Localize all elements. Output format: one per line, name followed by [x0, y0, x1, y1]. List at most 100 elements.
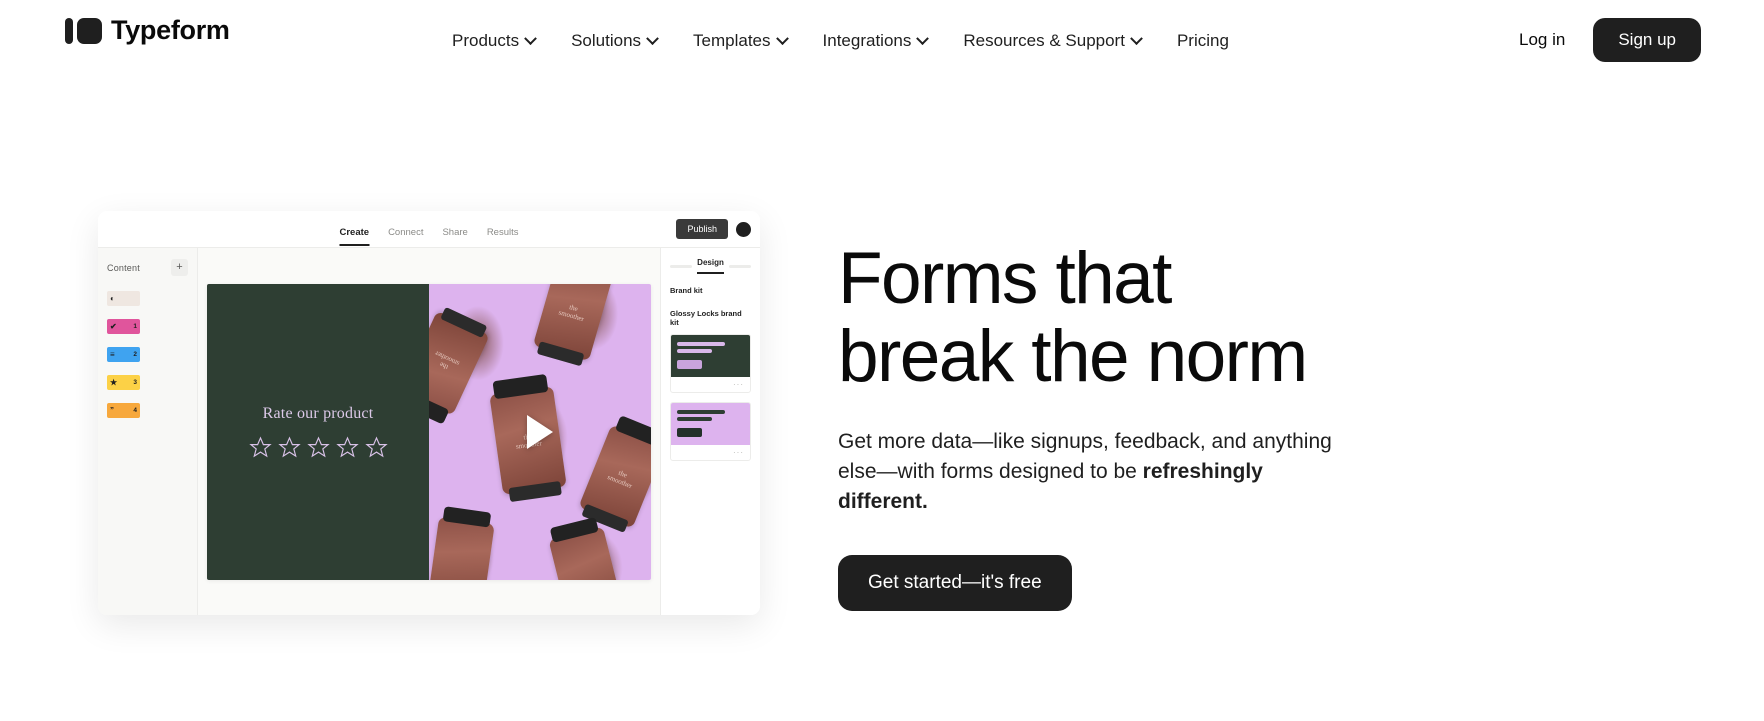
- nav-item-templates[interactable]: Templates: [675, 25, 804, 57]
- theme-button-swatch: [677, 360, 703, 369]
- panel-tab-design[interactable]: Design: [697, 258, 724, 274]
- form-question-panel: Rate our product: [207, 283, 429, 580]
- mockup-design-panel: Design Brand kit Glossy Locks brand kit …: [660, 248, 760, 615]
- brand-kit-name: Glossy Locks brand kit: [670, 309, 742, 327]
- logo-square-shape: [77, 17, 102, 44]
- question-number: 3: [133, 379, 137, 386]
- nav-account-actions: Log in Sign up: [1507, 18, 1701, 62]
- product-screenshot-mockup: Create Connect Share Results Publish Con…: [98, 211, 760, 615]
- list-item[interactable]: ✔ 1: [107, 319, 188, 334]
- question-thumbnail: ◐: [107, 291, 140, 306]
- chevron-down-icon: [524, 31, 537, 45]
- design-panel-tabs: Design: [670, 258, 752, 274]
- question-thumbnail: ” 4: [107, 403, 140, 418]
- theme-card[interactable]: ···: [670, 334, 751, 393]
- log-in-link[interactable]: Log in: [1507, 22, 1577, 58]
- star-icon[interactable]: [335, 435, 359, 459]
- theme-preview-lilac: [671, 403, 750, 445]
- mockup-tab-share[interactable]: Share: [442, 227, 467, 246]
- mockup-tab-results[interactable]: Results: [487, 227, 519, 246]
- star-icon: ★: [110, 377, 118, 387]
- sidebar-header: Content +: [107, 259, 188, 276]
- avatar[interactable]: [736, 221, 751, 237]
- mockup-toolbar-actions: Publish: [676, 219, 751, 239]
- hero-subtitle: Get more data—like signups, feedback, an…: [838, 427, 1338, 516]
- nav-item-label: Solutions: [571, 31, 642, 50]
- bottle-label: the smoother: [433, 349, 461, 371]
- chevron-down-icon: [916, 31, 930, 45]
- theme-card-menu[interactable]: ···: [671, 377, 750, 392]
- star-icon[interactable]: [306, 435, 330, 459]
- mockup-toolbar: Create Connect Share Results Publish: [98, 211, 760, 248]
- bottle-label: the smoother: [606, 468, 634, 490]
- nav-item-pricing[interactable]: Pricing: [1159, 25, 1247, 57]
- form-preview-card[interactable]: Rate our product the smoother the smoother…: [207, 283, 651, 580]
- list-item[interactable]: ≡ 2: [107, 347, 188, 362]
- theme-bar: [677, 417, 712, 421]
- get-started-button[interactable]: Get started—it's free: [838, 554, 1072, 611]
- question-label-placeholder: [147, 347, 188, 349]
- star-icon[interactable]: [277, 435, 301, 459]
- theme-card-menu[interactable]: ···: [671, 445, 750, 460]
- question-number: 4: [133, 407, 137, 414]
- play-icon[interactable]: [527, 414, 553, 449]
- top-navigation-bar: Typeform Products Solutions Templates In…: [0, 0, 1764, 78]
- question-number: 1: [133, 323, 137, 330]
- product-bottle-image: the smoother: [578, 423, 651, 528]
- form-media-panel: the smoother the smoother the smoother the s…: [429, 283, 651, 580]
- theme-bar: [677, 342, 726, 346]
- panel-tab-placeholder[interactable]: [728, 264, 752, 268]
- list-item[interactable]: ◐: [107, 291, 188, 306]
- sidebar-title: Content: [107, 262, 140, 273]
- mockup-form-canvas: Rate our product the smoother the smoother…: [198, 248, 660, 615]
- star-icon[interactable]: [364, 435, 388, 459]
- mockup-tab-connect[interactable]: Connect: [388, 227, 423, 246]
- nav-item-products[interactable]: Products: [434, 25, 553, 57]
- brand-logo[interactable]: Typeform: [65, 17, 230, 44]
- sign-up-button[interactable]: Sign up: [1593, 18, 1701, 62]
- nav-item-integrations[interactable]: Integrations: [805, 25, 946, 57]
- mockup-tabs: Create Connect Share Results: [339, 211, 519, 247]
- logo-glyph-icon: ◐: [110, 293, 115, 303]
- brand-kit-section-label: Brand kit: [670, 286, 703, 295]
- question-label-placeholder: [147, 291, 188, 293]
- hero-copy-block: Forms that break the norm Get more data—…: [838, 238, 1458, 611]
- nav-item-resources-and-support[interactable]: Resources & Support: [945, 25, 1159, 57]
- list-item[interactable]: ” 4: [107, 403, 188, 418]
- nav-item-label: Templates: [693, 31, 771, 50]
- product-bottle-image: the smoother: [533, 283, 614, 361]
- typeform-logo-icon: [65, 17, 102, 44]
- nav-item-label: Resources & Support: [963, 31, 1125, 50]
- quote-icon: ”: [110, 405, 114, 415]
- question-label-placeholder: [147, 403, 188, 405]
- mockup-tab-create[interactable]: Create: [339, 227, 369, 246]
- question-number: 2: [133, 351, 137, 358]
- primary-nav-links: Products Solutions Templates Integration…: [434, 25, 1247, 57]
- panel-tab-placeholder[interactable]: [670, 264, 693, 268]
- chevron-down-icon: [646, 31, 659, 45]
- publish-button[interactable]: Publish: [676, 219, 728, 239]
- chevron-down-icon: [1130, 31, 1143, 45]
- form-question-text: Rate our product: [262, 404, 374, 422]
- page-title: Forms that break the norm: [838, 238, 1458, 396]
- nav-item-label: Pricing: [1176, 31, 1229, 50]
- star-rating-control[interactable]: [248, 435, 388, 459]
- star-icon[interactable]: [248, 435, 272, 459]
- logo-bar-shape: [65, 17, 73, 44]
- bottle-label: the smoother: [558, 302, 586, 323]
- question-label-placeholder: [147, 375, 188, 377]
- add-question-button[interactable]: +: [171, 259, 188, 276]
- headline-line-1: Forms that: [838, 238, 1172, 319]
- theme-bar: [677, 410, 726, 414]
- question-thumbnail: ✔ 1: [107, 319, 140, 334]
- product-bottle-image: [429, 516, 495, 580]
- mockup-body: Content + ◐ ✔ 1 ≡ 2 ★ 3 ” 4 Rate our pro…: [98, 248, 760, 615]
- product-bottle-image: [548, 526, 623, 580]
- nav-item-label: Integrations: [822, 31, 912, 50]
- list-item[interactable]: ★ 3: [107, 375, 188, 390]
- nav-item-label: Products: [452, 31, 520, 50]
- question-label-placeholder: [147, 319, 188, 321]
- theme-card[interactable]: ···: [670, 402, 751, 461]
- theme-button-swatch: [677, 428, 703, 437]
- nav-item-solutions[interactable]: Solutions: [553, 25, 675, 57]
